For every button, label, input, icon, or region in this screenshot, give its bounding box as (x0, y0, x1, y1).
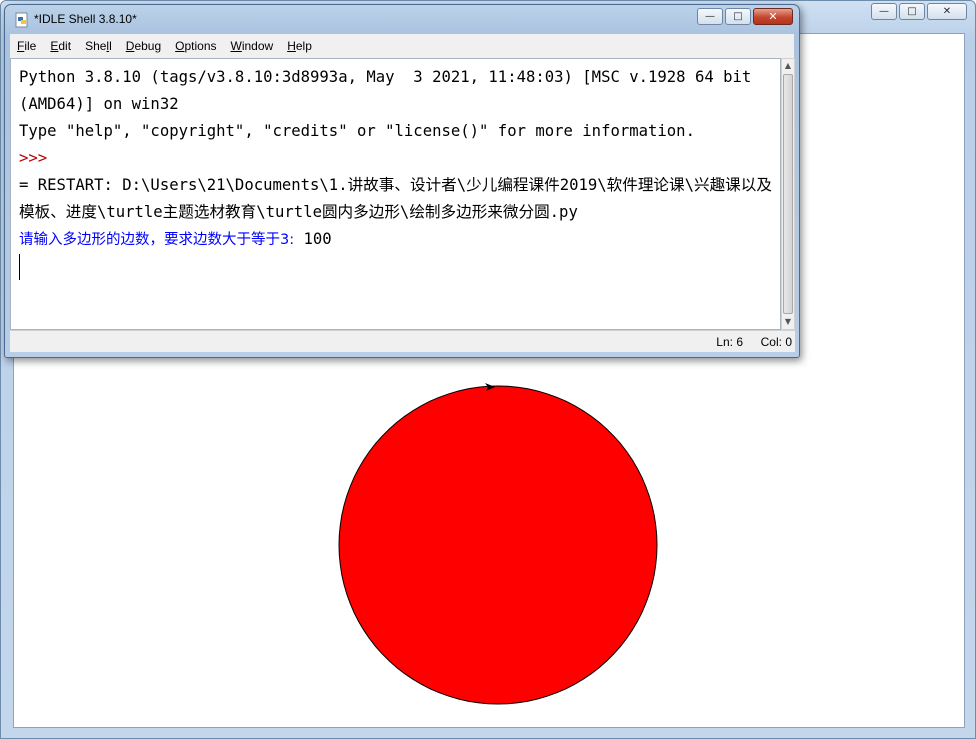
status-bar: Ln: 6 Col: 0 (10, 330, 795, 352)
turtle-close-button[interactable]: ✕ (927, 3, 967, 20)
menu-window-accel: W (230, 39, 242, 53)
maximize-button[interactable]: □ (725, 8, 751, 25)
turtle-maximize-button[interactable]: □ (899, 3, 925, 20)
menu-shell-label: l (109, 39, 112, 53)
input-prompt-text: 请输入多边形的边数，要求边数大于等于3: (19, 232, 295, 248)
menu-options-label: ptions (184, 39, 217, 53)
menu-file[interactable]: File (10, 39, 43, 53)
menu-help-label: elp (295, 39, 312, 53)
menu-bar: File Edit Shell Debug Options Window Hel… (10, 34, 794, 59)
menu-help[interactable]: Help (280, 39, 319, 53)
idle-shell-window: *IDLE Shell 3.8.10* — □ ✕ File Edit Shel… (4, 4, 800, 358)
scroll-up-arrow-icon[interactable]: ▲ (782, 59, 794, 73)
restart-line: = RESTART: D:\Users\21\Documents\1.讲故事、设… (19, 176, 772, 221)
cursor-line (19, 254, 774, 281)
menu-edit-label: dit (58, 39, 72, 53)
menu-debug[interactable]: Debug (119, 39, 168, 53)
menu-edit[interactable]: Edit (43, 39, 78, 53)
menu-help-accel: H (287, 39, 296, 53)
close-button[interactable]: ✕ (753, 8, 793, 25)
line-number-status: Ln: 6 (716, 335, 743, 349)
turtle-minimize-button[interactable]: — (871, 3, 897, 20)
menu-debug-label: ebug (134, 39, 162, 53)
vertical-scrollbar[interactable]: ▲ ▼ (781, 58, 795, 330)
python-banner: Python 3.8.10 (tags/v3.8.10:3d8993a, May… (19, 68, 761, 113)
minimize-button[interactable]: — (697, 8, 723, 25)
help-info-line: Type "help", "copyright", "credits" or "… (19, 122, 695, 140)
idle-window-controls: — □ ✕ (697, 8, 793, 25)
shell-output: Python 3.8.10 (tags/v3.8.10:3d8993a, May… (19, 64, 774, 281)
menu-window-label: indow (241, 39, 274, 53)
python-file-icon (15, 12, 28, 28)
text-cursor (19, 254, 20, 280)
shell-text-area[interactable]: Python 3.8.10 (tags/v3.8.10:3d8993a, May… (10, 58, 781, 330)
input-line: 请输入多边形的边数，要求边数大于等于3: 100 (19, 226, 774, 254)
turtle-window-controls: — □ ✕ (871, 3, 967, 20)
scroll-down-arrow-icon[interactable]: ▼ (782, 315, 794, 329)
shell-prompt: >>> (19, 149, 48, 167)
input-value: 100 (294, 230, 332, 248)
column-number-status: Col: 0 (760, 335, 792, 349)
scrollbar-thumb[interactable] (783, 74, 793, 314)
window-title: *IDLE Shell 3.8.10* (34, 12, 137, 26)
menu-file-label: ile (24, 39, 37, 53)
menu-options[interactable]: Options (168, 39, 223, 53)
title-bar[interactable]: *IDLE Shell 3.8.10* — □ ✕ (5, 5, 799, 33)
menu-shell[interactable]: Shell (78, 39, 119, 53)
menu-shell-pre: She (85, 39, 107, 53)
filled-polygon-circle (338, 385, 658, 705)
menu-window[interactable]: Window (224, 39, 281, 53)
